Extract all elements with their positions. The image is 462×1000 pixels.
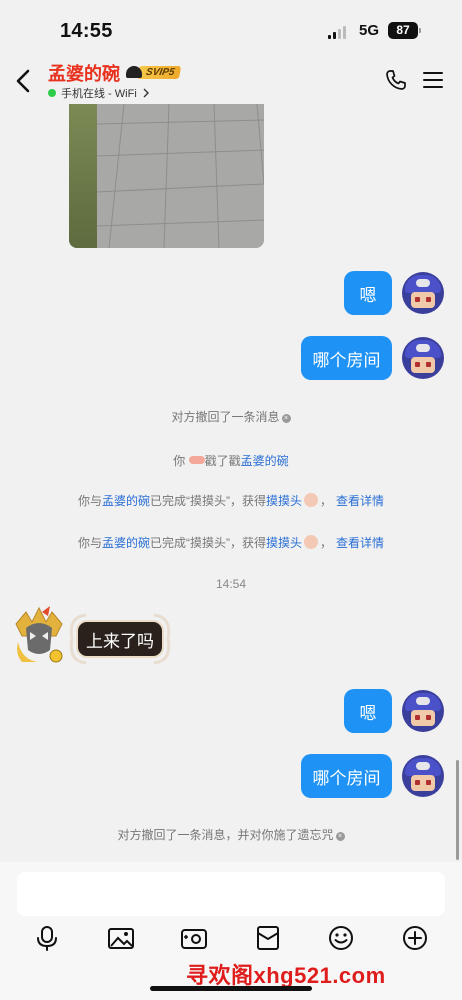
my-message-bubble[interactable]: 嗯: [344, 689, 392, 733]
pat-mid-text: 已完成“摸摸头”，获得: [149, 494, 266, 508]
chat-header: 孟婆的碗 SVIP5 手机在线 - WiFi: [0, 56, 462, 106]
online-status[interactable]: 手机在线 - WiFi: [48, 85, 150, 101]
pat-prefix: 你与: [77, 536, 102, 550]
pat-reward-link[interactable]: 摸摸头: [266, 536, 302, 550]
my-message-bubble[interactable]: 哪个房间: [301, 754, 392, 798]
battery-tip: [419, 28, 421, 33]
pat-user-link[interactable]: 孟婆的碗: [102, 494, 150, 508]
voice-mic-icon[interactable]: [33, 924, 61, 952]
camera-icon[interactable]: [180, 924, 208, 952]
contact-message-bubble[interactable]: 上来了吗: [68, 611, 172, 667]
status-bar: 14:55 5G 87: [0, 0, 462, 56]
poke-hand-icon: [188, 456, 205, 464]
close-small-icon[interactable]: ×: [281, 414, 291, 423]
vip-hat-icon: [126, 66, 142, 78]
battery-icon: 87: [388, 22, 418, 39]
recall-text: 对方撤回了一条消息: [171, 410, 280, 424]
message-input[interactable]: [17, 872, 445, 916]
signal-icon: [328, 26, 346, 39]
chat-screen: 14:55 5G 87 孟婆的碗 SVIP5 手机在线 - WiFi 嗯 哪个房…: [0, 0, 462, 1000]
image-message[interactable]: [69, 104, 264, 248]
pat-emoji-icon: [304, 493, 318, 507]
poke-prefix: 你: [173, 454, 186, 468]
contact-message-text: 上来了吗: [78, 622, 162, 656]
menu-icon[interactable]: [423, 71, 443, 89]
pat-head-notice: 你与孟婆的碗已完成“摸摸头”，获得摸摸头，查看详情: [77, 535, 385, 550]
pat-emoji-icon: [304, 535, 318, 549]
pat-reward-link[interactable]: 摸摸头: [266, 494, 302, 508]
pavement-image: [96, 104, 264, 248]
svip-badge: SVIP5: [126, 64, 182, 80]
red-packet-icon[interactable]: [254, 924, 282, 952]
message-timestamp: 14:54: [215, 577, 247, 591]
scrollbar[interactable]: [456, 760, 459, 860]
online-dot-icon: [48, 89, 56, 97]
toolbar: [0, 924, 462, 956]
my-avatar[interactable]: [402, 337, 444, 379]
back-icon[interactable]: [12, 66, 36, 96]
my-avatar[interactable]: [402, 755, 444, 797]
close-small-icon[interactable]: ×: [335, 832, 345, 841]
my-message-bubble[interactable]: 嗯: [344, 271, 392, 315]
recall-spell-text: 对方撤回了一条消息，并对你施了遗忘咒: [117, 828, 334, 842]
pat-mid-text: 已完成“摸摸头”，获得: [149, 536, 266, 550]
pat-head-notice: 你与孟婆的碗已完成“摸摸头”，获得摸摸头，查看详情: [77, 493, 385, 508]
network-label: 5G: [359, 22, 380, 39]
view-details-link[interactable]: 查看详情: [336, 494, 384, 508]
poke-action: 戳了戳: [204, 454, 241, 468]
chevron-right-icon: [143, 88, 149, 98]
contact-name[interactable]: 孟婆的碗: [48, 60, 120, 86]
poke-notice: 你 戳了戳孟婆的碗: [0, 452, 462, 469]
online-status-text: 手机在线 - WiFi: [61, 88, 137, 100]
pat-user-link[interactable]: 孟婆的碗: [102, 536, 150, 550]
status-time: 14:55: [60, 20, 113, 42]
view-details-link[interactable]: 查看详情: [336, 536, 384, 550]
my-avatar[interactable]: [402, 690, 444, 732]
svip-label: SVIP5: [136, 65, 182, 79]
home-indicator[interactable]: [150, 986, 312, 991]
my-avatar[interactable]: [402, 272, 444, 314]
phone-call-icon[interactable]: [384, 68, 408, 92]
photo-album-icon[interactable]: [107, 924, 135, 952]
my-message-bubble[interactable]: 哪个房间: [301, 336, 392, 380]
pat-prefix: 你与: [77, 494, 102, 508]
system-recall-spell-notice: 对方撤回了一条消息，并对你施了遗忘咒 ×: [0, 826, 462, 843]
poke-target-link[interactable]: 孟婆的碗: [241, 454, 289, 468]
contact-avatar[interactable]: [12, 606, 66, 664]
system-recall-notice: 对方撤回了一条消息 ×: [0, 408, 462, 425]
emoji-icon[interactable]: [327, 924, 355, 952]
more-plus-icon[interactable]: [401, 924, 429, 952]
input-panel: 寻欢阁xhg521.com: [0, 862, 462, 1000]
